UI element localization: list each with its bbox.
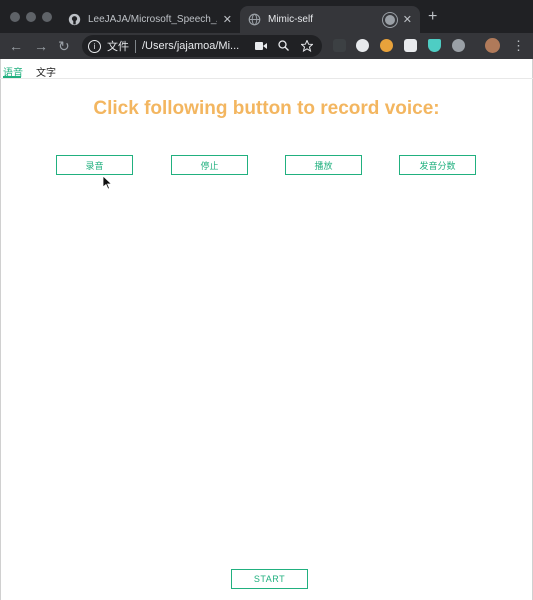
tab-title: Mimic-self — [268, 14, 313, 25]
github-icon — [68, 13, 81, 26]
globe-icon — [248, 13, 261, 26]
tab-title: LeeJAJA/Microsoft_Speech_API — [88, 14, 217, 25]
play-button[interactable]: 播放 — [285, 155, 362, 175]
forward-button[interactable]: → — [34, 37, 48, 55]
window-minimize-button[interactable] — [26, 12, 36, 22]
new-tab-button[interactable]: + — [428, 8, 437, 26]
tab-github[interactable]: LeeJAJA/Microsoft_Speech_API ✕ — [60, 6, 240, 33]
page-tab-bar: 语音 文字 — [0, 59, 533, 79]
record-button[interactable]: 录音 — [56, 155, 133, 175]
window-close-button[interactable] — [10, 12, 20, 22]
url-text[interactable]: /Users/jajamoa/Mi... — [142, 40, 316, 52]
browser-toolbar: ← → ↻ i 文件 /Users/jajamoa/Mi... ⋮ — [0, 33, 533, 59]
close-icon[interactable]: ✕ — [223, 13, 232, 26]
scheme-label: 文件 — [107, 41, 129, 53]
start-button[interactable]: START — [231, 569, 308, 589]
avatar[interactable] — [485, 38, 500, 53]
star-icon[interactable] — [301, 40, 313, 52]
stop-button[interactable]: 停止 — [171, 155, 248, 175]
menu-icon[interactable]: ⋮ — [512, 38, 525, 54]
close-icon[interactable]: ✕ — [403, 13, 412, 26]
extension-icon[interactable] — [333, 39, 346, 52]
tab-mimic-self[interactable]: Mimic-self ✕ — [240, 6, 420, 33]
tab-text[interactable]: 文字 — [36, 64, 56, 79]
frame-border — [0, 59, 1, 600]
browser-titlebar: LeeJAJA/Microsoft_Speech_API ✕ Mimic-sel… — [0, 0, 533, 33]
back-button[interactable]: ← — [9, 37, 23, 55]
extension-icon[interactable] — [404, 39, 417, 52]
extension-icon[interactable] — [428, 39, 441, 52]
window-zoom-button[interactable] — [42, 12, 52, 22]
extension-icon[interactable] — [452, 39, 465, 52]
mouse-cursor-icon — [103, 176, 113, 190]
extension-icon[interactable] — [380, 39, 393, 52]
zoom-icon[interactable] — [278, 40, 289, 51]
separator — [135, 39, 136, 53]
extension-icon[interactable] — [356, 39, 369, 52]
info-icon[interactable]: i — [88, 39, 101, 53]
camera-icon[interactable] — [255, 41, 267, 51]
score-button[interactable]: 发音分数 — [399, 155, 476, 175]
active-tab-indicator — [3, 76, 21, 78]
reload-button[interactable]: ↻ — [58, 37, 70, 55]
audio-playing-icon[interactable] — [382, 12, 397, 27]
page-title: Click following button to record voice: — [93, 98, 440, 119]
